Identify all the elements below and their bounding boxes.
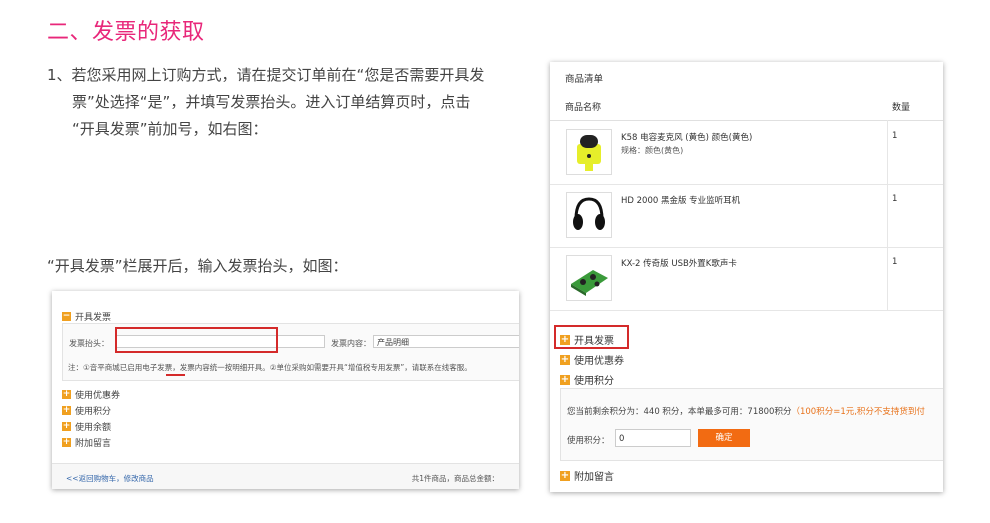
- points-panel: 您当前剩余积分为：440 积分，本单最多可用：71800积分（100积分=1元,…: [560, 388, 943, 461]
- option-coupon[interactable]: + 使用优惠券: [560, 352, 624, 367]
- product-name[interactable]: K58 电容麦克风 (黄色) 颜色(黄色): [621, 131, 752, 143]
- instruction-paragraph-2: “开具发票”栏展开后，输入发票抬头，如图：: [47, 257, 348, 275]
- expand-icon: +: [560, 469, 570, 481]
- invoice-section-title: 开具发票: [75, 313, 112, 323]
- option-points[interactable]: + 使用积分: [560, 372, 614, 387]
- checkout-screenshot: 商品清单 商品名称 数量 K58 电容麦克风 (黄色) 颜色(黄色) 规格：颜色…: [550, 62, 943, 492]
- microphone-icon: [577, 135, 601, 171]
- option-balance[interactable]: + 使用余额: [62, 420, 111, 433]
- invoice-option-highlight: [554, 325, 629, 349]
- product-image[interactable]: [566, 192, 612, 238]
- instruction-paragraph: 1、若您采用网上订购方式，请在提交订单前在“您是否需要开具发 票”处选择“是”，…: [47, 62, 527, 143]
- invoice-title-highlight: [115, 327, 278, 353]
- order-total: 共1件商品，商品总金额：: [411, 474, 499, 483]
- expand-icon: +: [62, 421, 71, 431]
- instruction-line-2: 票”处选择“是”，并填写发票抬头。进入订单结算页时，点击: [72, 93, 471, 111]
- invoice-form-box: 发票抬头： 发票内容： 产品明细 注：①音平商城已启用电子发票，发票内容统一按明…: [62, 323, 519, 381]
- use-points-input[interactable]: 0: [615, 429, 691, 447]
- expand-icon: +: [560, 353, 570, 365]
- option-label: 附加留言: [574, 472, 614, 483]
- product-table-header: 商品名称 数量: [550, 90, 943, 121]
- back-to-cart-link[interactable]: <<返回购物车，修改商品: [66, 473, 154, 484]
- headphones-icon: [573, 197, 605, 230]
- points-info: 您当前剩余积分为：440 积分，本单最多可用：71800积分（100积分=1元,…: [567, 405, 925, 417]
- expand-icon: +: [62, 389, 71, 399]
- option-points[interactable]: + 使用积分: [62, 404, 111, 417]
- points-rule-text: （100积分=1元,积分不支持货到付: [791, 407, 925, 417]
- option-coupon[interactable]: + 使用优惠券: [62, 388, 120, 401]
- product-spec: 规格：颜色(黄色): [621, 146, 684, 155]
- product-image[interactable]: [566, 255, 612, 301]
- use-points-label: 使用积分：: [567, 436, 610, 446]
- invoice-content-label: 发票内容：: [331, 339, 371, 348]
- product-name[interactable]: KX-2 传奇版 USB外置K歌声卡: [621, 257, 737, 269]
- product-image[interactable]: [566, 129, 612, 175]
- invoice-content-select[interactable]: 产品明细: [373, 335, 519, 348]
- checkout-footer: <<返回购物车，修改商品 共1件商品，商品总金额：: [52, 463, 519, 489]
- points-balance-text: 您当前剩余积分为：440 积分，本单最多可用：71800积分: [567, 407, 792, 417]
- invoice-form-screenshot: − 开具发票 发票抬头： 发票内容： 产品明细 注：①音平商城已启用电子发票，发…: [52, 291, 519, 489]
- product-qty: 1: [892, 194, 898, 204]
- sound-card-icon: [571, 270, 608, 296]
- option-label: 使用优惠券: [75, 391, 121, 401]
- option-message[interactable]: + 附加留言: [560, 468, 614, 483]
- expand-icon: +: [62, 437, 71, 447]
- table-row: K58 电容麦克风 (黄色) 颜色(黄色) 规格：颜色(黄色) 1: [550, 121, 943, 185]
- instruction-line-1: 1、若您采用网上订购方式，请在提交订单前在“您是否需要开具发: [47, 66, 485, 84]
- table-row: KX-2 传奇版 USB外置K歌声卡 1: [550, 247, 943, 311]
- product-name[interactable]: HD 2000 黑金版 专业监听耳机: [621, 194, 740, 206]
- product-qty: 1: [892, 257, 898, 267]
- instruction-line-3: “开具发票”前加号，如右图：: [72, 120, 268, 138]
- expand-icon: +: [560, 373, 570, 385]
- section-heading: 二、发票的获取: [47, 20, 205, 45]
- confirm-button[interactable]: 确定: [698, 429, 750, 447]
- col-product-name: 商品名称: [565, 103, 602, 113]
- option-label: 使用优惠券: [574, 356, 624, 367]
- col-quantity: 数量: [892, 103, 911, 113]
- invoice-section-toggle[interactable]: − 开具发票: [62, 310, 111, 323]
- option-label: 使用积分: [574, 376, 614, 387]
- option-message[interactable]: + 附加留言: [62, 436, 111, 449]
- option-label: 附加留言: [75, 439, 112, 449]
- option-label: 使用余额: [75, 423, 112, 433]
- collapse-icon: −: [62, 311, 71, 321]
- product-qty: 1: [892, 131, 898, 141]
- option-label: 使用积分: [75, 407, 112, 417]
- invoice-note: 注：①音平商城已启用电子发票，发票内容统一按明细开具。②单位采购如需要开具“增值…: [68, 363, 472, 372]
- column-divider: [887, 120, 888, 310]
- expand-icon: +: [62, 405, 71, 415]
- electronic-invoice-underline: [166, 374, 185, 376]
- table-row: HD 2000 黑金版 专业监听耳机 1: [550, 184, 943, 248]
- product-list-header: 商品清单: [565, 74, 604, 85]
- invoice-title-label: 发票抬头：: [69, 339, 109, 348]
